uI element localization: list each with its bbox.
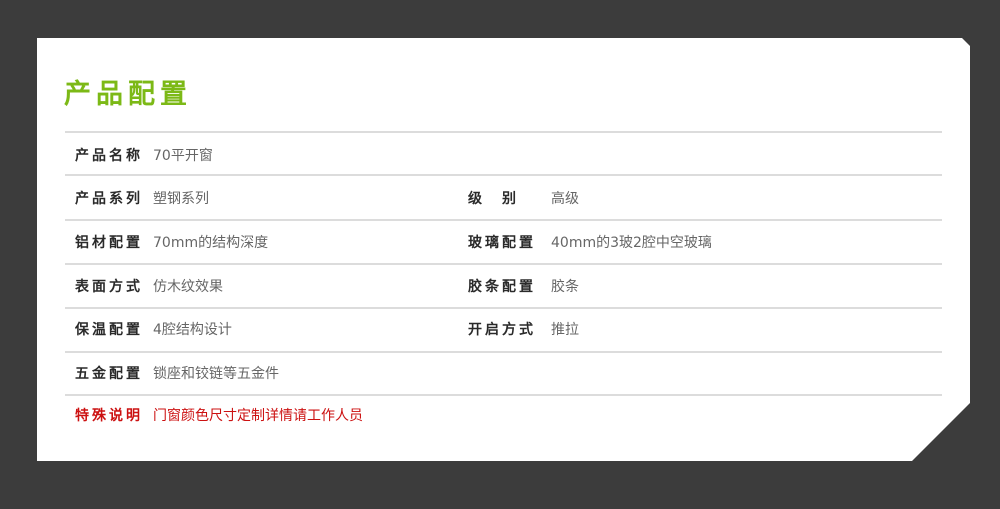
spec-label: 表面方式 [75, 279, 143, 295]
spec-row-surface: 表面方式 仿木纹效果 胶条配置 胶条 [65, 264, 942, 308]
spec-value: 70平开窗 [153, 148, 213, 164]
spec-label: 保温配置 [75, 322, 143, 338]
product-config-card: 产品配置 产品名称 70平开窗 产品系列 塑钢系列 级 别 高级 铝材配置 70… [37, 38, 970, 461]
spec-label: 五金配置 [75, 366, 143, 382]
spec-value: 锁座和铰链等五金件 [153, 366, 279, 382]
spec-value: 仿木纹效果 [153, 279, 223, 295]
spec-label: 铝材配置 [75, 235, 143, 251]
note-label: 特殊说明 [75, 408, 143, 424]
spec-label: 产品名称 [75, 148, 143, 164]
spec-value: 推拉 [551, 322, 579, 338]
spec-label: 产品系列 [75, 191, 143, 207]
spec-label: 胶条配置 [468, 279, 536, 295]
spec-value: 70mm的结构深度 [153, 235, 269, 251]
spec-label: 玻璃配置 [468, 235, 536, 251]
spec-row-aluminum: 铝材配置 70mm的结构深度 玻璃配置 40mm的3玻2腔中空玻璃 [65, 220, 942, 264]
spec-value: 4腔结构设计 [153, 322, 232, 338]
spec-value: 高级 [551, 191, 579, 207]
spec-row-hardware: 五金配置 锁座和铰链等五金件 [65, 351, 942, 395]
spec-row-name: 产品名称 70平开窗 [65, 133, 942, 177]
spec-value: 胶条 [551, 279, 579, 295]
spec-row-insulation: 保温配置 4腔结构设计 开启方式 推拉 [65, 307, 942, 351]
spec-row-series: 产品系列 塑钢系列 级 别 高级 [65, 176, 942, 220]
section-title: 产品配置 [64, 79, 192, 110]
special-note-row: 特殊说明 门窗颜色尺寸定制详情请工作人员 [65, 393, 942, 437]
spec-label: 级 别 [468, 191, 519, 207]
spec-value: 40mm的3玻2腔中空玻璃 [551, 235, 712, 251]
spec-label: 开启方式 [468, 322, 536, 338]
spec-value: 塑钢系列 [153, 191, 209, 207]
note-text: 门窗颜色尺寸定制详情请工作人员 [153, 408, 363, 424]
